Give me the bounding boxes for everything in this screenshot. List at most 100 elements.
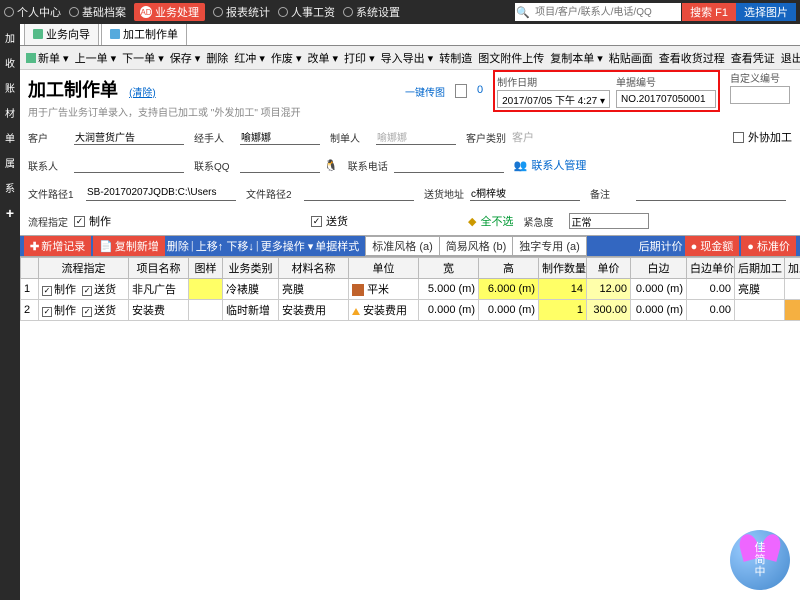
mascot-badge[interactable]: 佳简中 (730, 530, 790, 590)
side-item[interactable]: 加 (5, 30, 15, 45)
tb-copy[interactable]: 复制本单 ▾ (550, 50, 603, 66)
clear-link[interactable]: (清除) (129, 88, 156, 99)
cash-button[interactable]: ● 现金额 (685, 236, 740, 256)
date-picker[interactable]: 2017/07/05 下午 4:27 ▾ (497, 90, 610, 108)
th-flow[interactable]: 流程指定 (39, 258, 129, 279)
note-input[interactable] (636, 185, 786, 201)
table-row[interactable]: 1 ✓制作 ✓送货 非凡广告 冷裱膜 亮膜 平米 5.000 (m) 6.000… (21, 279, 800, 300)
search-input[interactable] (531, 3, 681, 21)
more-link[interactable]: 更多操作 ▾ (261, 238, 314, 254)
qq-input[interactable] (240, 157, 320, 173)
tb-next[interactable]: 下一单 ▾ (122, 50, 164, 66)
tb-save[interactable]: 保存 ▾ (170, 50, 201, 66)
custom-input[interactable] (730, 86, 790, 104)
side-add[interactable]: + (6, 205, 14, 221)
th-biz[interactable]: 业务类别 (223, 258, 279, 279)
side-item[interactable]: 材 (5, 105, 15, 120)
cell-ppu[interactable]: 0.00 (785, 279, 800, 300)
cell-biz[interactable]: 冷裱膜 (223, 279, 279, 300)
search-button[interactable]: 搜索 F1 (682, 3, 736, 21)
tb-exit[interactable]: 退出 (781, 50, 800, 66)
side-item[interactable]: 系 (5, 180, 15, 195)
cell-unit[interactable]: 平米 (349, 279, 419, 300)
nav-basic[interactable]: 基础档案 (69, 3, 126, 21)
th-ppu[interactable]: 加工金额/单价 (785, 258, 800, 279)
th-img[interactable]: 图样 (189, 258, 223, 279)
cell-proj[interactable]: 安装费 (129, 300, 189, 321)
cell-qty[interactable]: 1 (539, 300, 587, 321)
tb-tomfg[interactable]: 转制造 (439, 50, 472, 66)
cell-post[interactable]: 亮膜 (735, 279, 785, 300)
side-item[interactable]: 单 (5, 130, 15, 145)
cell-biz[interactable]: 临时新增 (223, 300, 279, 321)
cell-mat[interactable]: 安装费用 (279, 300, 349, 321)
cell-mat[interactable]: 亮膜 (279, 279, 349, 300)
cell-bb[interactable]: 0.000 (m) (631, 279, 687, 300)
th-proj[interactable]: 项目名称 (129, 258, 189, 279)
tab-guide[interactable]: 业务向导 (24, 24, 99, 45)
handler-input[interactable] (240, 129, 320, 145)
nav-system[interactable]: 系统设置 (343, 3, 400, 21)
tb-redreverse[interactable]: 红冲 ▾ (234, 50, 265, 66)
cell-unit[interactable]: 安装费用 (349, 300, 419, 321)
tb-new[interactable]: 新单 ▾ (26, 50, 69, 66)
cell-w[interactable]: 5.000 (m) (419, 279, 479, 300)
cell-w[interactable]: 0.000 (m) (419, 300, 479, 321)
onekey-upload-link[interactable]: 一键传图 (405, 84, 445, 99)
tb-delete[interactable]: 删除 (206, 50, 228, 66)
stdprice-button[interactable]: ● 标准价 (741, 236, 796, 256)
delete-link[interactable]: 删除 (167, 238, 189, 254)
cell-bb[interactable]: 0.000 (m) (631, 300, 687, 321)
tb-print[interactable]: 打印 ▾ (344, 50, 375, 66)
style-tab-a[interactable]: 标准风格 (a) (365, 236, 440, 256)
th-mat[interactable]: 材料名称 (279, 258, 349, 279)
th-price[interactable]: 单价 (587, 258, 631, 279)
make-checkbox[interactable]: ✓ (74, 216, 85, 227)
side-item[interactable]: 收 (5, 55, 15, 70)
path1-input[interactable] (86, 185, 236, 201)
tb-attach[interactable]: 图文附件上传 (478, 50, 544, 66)
tb-paste[interactable]: 粘贴画面 (609, 50, 653, 66)
side-item[interactable]: 属 (5, 155, 15, 170)
cell-h[interactable]: 0.000 (m) (479, 300, 539, 321)
tb-edit[interactable]: 改单 ▾ (307, 50, 338, 66)
side-item[interactable]: 账 (5, 80, 15, 95)
nav-hr[interactable]: 人事工资 (278, 3, 335, 21)
style-tab-c[interactable]: 独字专用 (a) (512, 236, 587, 256)
phone-input[interactable] (394, 157, 504, 173)
cell-proj[interactable]: 非凡广告 (129, 279, 189, 300)
file-icon[interactable] (455, 84, 467, 98)
cell-flow[interactable]: ✓制作 ✓送货 (39, 279, 129, 300)
cell-qty[interactable]: 14 (539, 279, 587, 300)
contact-input[interactable] (74, 157, 184, 173)
th-bbp[interactable]: 白边单价 (687, 258, 735, 279)
tb-importexport[interactable]: 导入导出 ▾ (381, 50, 434, 66)
tb-viewreceive[interactable]: 查看收货过程 (659, 50, 725, 66)
th-post[interactable]: 后期加工 (735, 258, 785, 279)
th-qty[interactable]: 制作数量 (539, 258, 587, 279)
th-bb[interactable]: 白边 (631, 258, 687, 279)
th-idx[interactable] (21, 258, 39, 279)
nav-business[interactable]: AD业务处理 (134, 3, 205, 21)
tb-prev[interactable]: 上一单 ▾ (75, 50, 117, 66)
path2-input[interactable] (304, 185, 414, 201)
move-link[interactable]: 上移↑ 下移↓ (196, 238, 254, 254)
nav-report[interactable]: 报表统计 (213, 3, 270, 21)
cell-ppu[interactable]: 0.00 (785, 300, 800, 321)
cell-price[interactable]: 300.00 (587, 300, 631, 321)
cell-h[interactable]: 6.000 (m) (479, 279, 539, 300)
contact-mgr-link[interactable]: 联系人管理 (531, 157, 586, 173)
table-row[interactable]: 2 ✓制作 ✓送货 安装费 临时新增 安装费用 安装费用 0.000 (m) 0… (21, 300, 800, 321)
cell-post[interactable] (735, 300, 785, 321)
cell-img[interactable] (189, 279, 223, 300)
th-unit[interactable]: 单位 (349, 258, 419, 279)
style-tab-b[interactable]: 简易风格 (b) (439, 236, 514, 256)
style-link[interactable]: 单据样式 (315, 238, 359, 254)
select-image-button[interactable]: 选择图片 (736, 3, 796, 21)
post-price-link[interactable]: 后期计价 (639, 238, 683, 254)
cell-flow[interactable]: ✓制作 ✓送货 (39, 300, 129, 321)
tb-viewvoucher[interactable]: 查看凭证 (731, 50, 775, 66)
addr-input[interactable] (470, 185, 580, 201)
customer-input[interactable] (74, 129, 184, 145)
th-w[interactable]: 宽 (419, 258, 479, 279)
